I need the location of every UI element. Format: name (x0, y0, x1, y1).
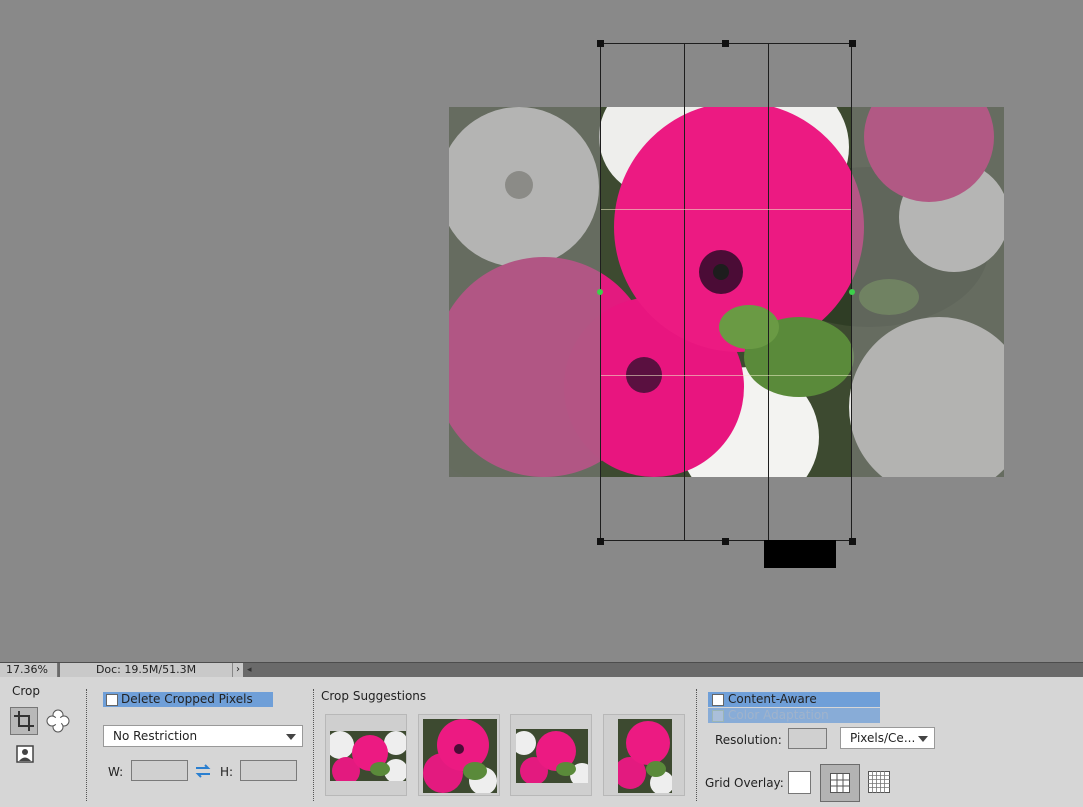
suggestion-thumbnail (618, 719, 672, 793)
chevron-down-icon (918, 736, 928, 742)
image-icon (16, 745, 34, 763)
grid-thirds-button[interactable] (820, 764, 860, 802)
separator (313, 689, 314, 801)
crop-handle-left[interactable] (597, 289, 603, 295)
crop-grid-line (601, 375, 851, 376)
content-aware-label: Content-Aware (728, 692, 817, 706)
crop-handle-top[interactable] (722, 40, 729, 47)
grid-thirds-icon (830, 773, 850, 793)
separator (86, 689, 87, 801)
delete-cropped-pixels-row[interactable]: Delete Cropped Pixels (103, 692, 273, 707)
height-label: H: (220, 765, 234, 779)
width-label: W: (108, 765, 124, 779)
restriction-dropdown[interactable]: No Restriction (103, 725, 303, 747)
resolution-field[interactable] (788, 728, 827, 749)
suggestion-thumbnail (330, 731, 406, 781)
crop-handle-bottom-right[interactable] (849, 538, 856, 545)
separator (696, 689, 697, 801)
crop-grid-line (601, 209, 851, 210)
swap-button[interactable] (194, 762, 212, 780)
chevron-down-icon (286, 734, 296, 740)
status-bar: 17.36% Doc: 19.5M/51.3M › ◂ (0, 662, 1083, 677)
crop-handle-bottom[interactable] (722, 538, 729, 545)
color-adaptation-checkbox (712, 710, 724, 722)
panel-title: Crop (12, 684, 41, 698)
crop-icon (14, 711, 34, 731)
restriction-value: No Restriction (113, 729, 198, 743)
grid-overlay-label: Grid Overlay: (705, 776, 784, 790)
content-aware-row[interactable]: Content-Aware (708, 692, 880, 707)
delete-cropped-pixels-label: Delete Cropped Pixels (121, 692, 253, 706)
crop-handle-top-left[interactable] (597, 40, 604, 47)
suggestion-thumbnail (516, 729, 588, 783)
crop-grid-line (684, 44, 685, 540)
crop-grid-line (768, 44, 769, 540)
resolution-unit-value: Pixels/Ce... (850, 731, 916, 745)
crop-shield-right (852, 107, 1004, 477)
crop-suggestion-1[interactable] (325, 714, 407, 796)
crop-handle-top-right[interactable] (849, 40, 856, 47)
content-aware-checkbox[interactable] (712, 694, 724, 706)
scroll-left-icon[interactable]: ◂ (247, 663, 252, 677)
doc-size-info: Doc: 19.5M/51.3M (60, 663, 232, 677)
cookie-cutter-button[interactable] (45, 708, 73, 736)
crop-suggestion-2[interactable] (418, 714, 500, 796)
crop-handle-bottom-left[interactable] (597, 538, 604, 545)
delete-cropped-pixels-checkbox[interactable] (106, 694, 118, 706)
zoom-level[interactable]: 17.36% (0, 663, 58, 677)
crop-commit-bar[interactable] (764, 540, 836, 568)
height-field[interactable] (240, 760, 297, 781)
crop-box[interactable] (600, 43, 852, 541)
crop-shield-left (449, 107, 600, 477)
perspective-crop-button[interactable] (12, 741, 40, 769)
grid-fine-button[interactable] (868, 771, 891, 794)
crop-suggestions-label: Crop Suggestions (321, 689, 427, 703)
color-adaptation-row: Color Adaptation (708, 708, 880, 723)
width-field[interactable] (131, 760, 188, 781)
crop-handle-right[interactable] (849, 289, 855, 295)
flower-crop-icon (46, 709, 70, 733)
crop-suggestion-4[interactable] (603, 714, 685, 796)
tool-options-panel: Crop Delete Cropped Pixels No Restrictio… (0, 677, 1083, 807)
color-adaptation-label: Color Adaptation (728, 708, 829, 722)
status-expand-button[interactable]: › (232, 663, 243, 677)
crop-tool-button[interactable] (10, 707, 38, 735)
suggestion-thumbnail (423, 719, 497, 793)
grid-none-button[interactable] (788, 771, 811, 794)
swap-arrows-icon (195, 764, 211, 778)
resolution-label: Resolution: (715, 733, 782, 747)
resolution-unit-dropdown[interactable]: Pixels/Ce... (840, 727, 935, 749)
image-canvas[interactable] (0, 0, 1083, 662)
crop-suggestion-3[interactable] (510, 714, 592, 796)
grid-fine-icon (868, 771, 890, 793)
